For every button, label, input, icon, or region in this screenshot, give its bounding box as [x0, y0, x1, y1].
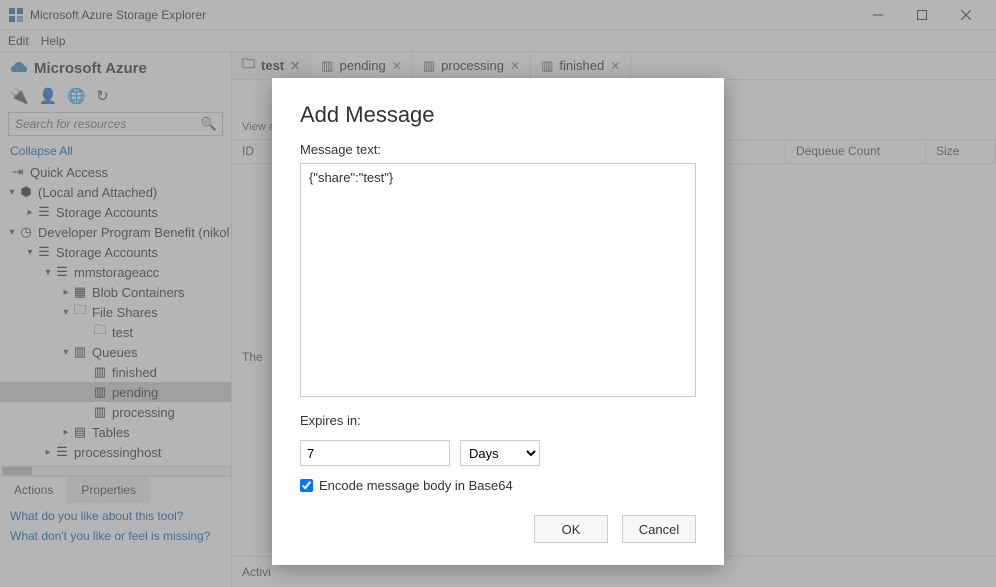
cancel-button[interactable]: Cancel — [622, 515, 696, 543]
encode-base64-label: Encode message body in Base64 — [319, 478, 513, 493]
message-text-input[interactable]: {"share":"test"} — [300, 163, 696, 397]
modal-overlay: Add Message Message text: {"share":"test… — [0, 0, 996, 587]
encode-base64-checkbox[interactable] — [300, 479, 313, 492]
expires-unit-select[interactable]: Days — [460, 440, 540, 466]
message-text-label: Message text: — [300, 142, 696, 157]
expires-label: Expires in: — [300, 413, 696, 428]
ok-button[interactable]: OK — [534, 515, 608, 543]
add-message-dialog: Add Message Message text: {"share":"test… — [272, 78, 724, 565]
dialog-title: Add Message — [300, 102, 696, 128]
expires-value-input[interactable] — [300, 440, 450, 466]
